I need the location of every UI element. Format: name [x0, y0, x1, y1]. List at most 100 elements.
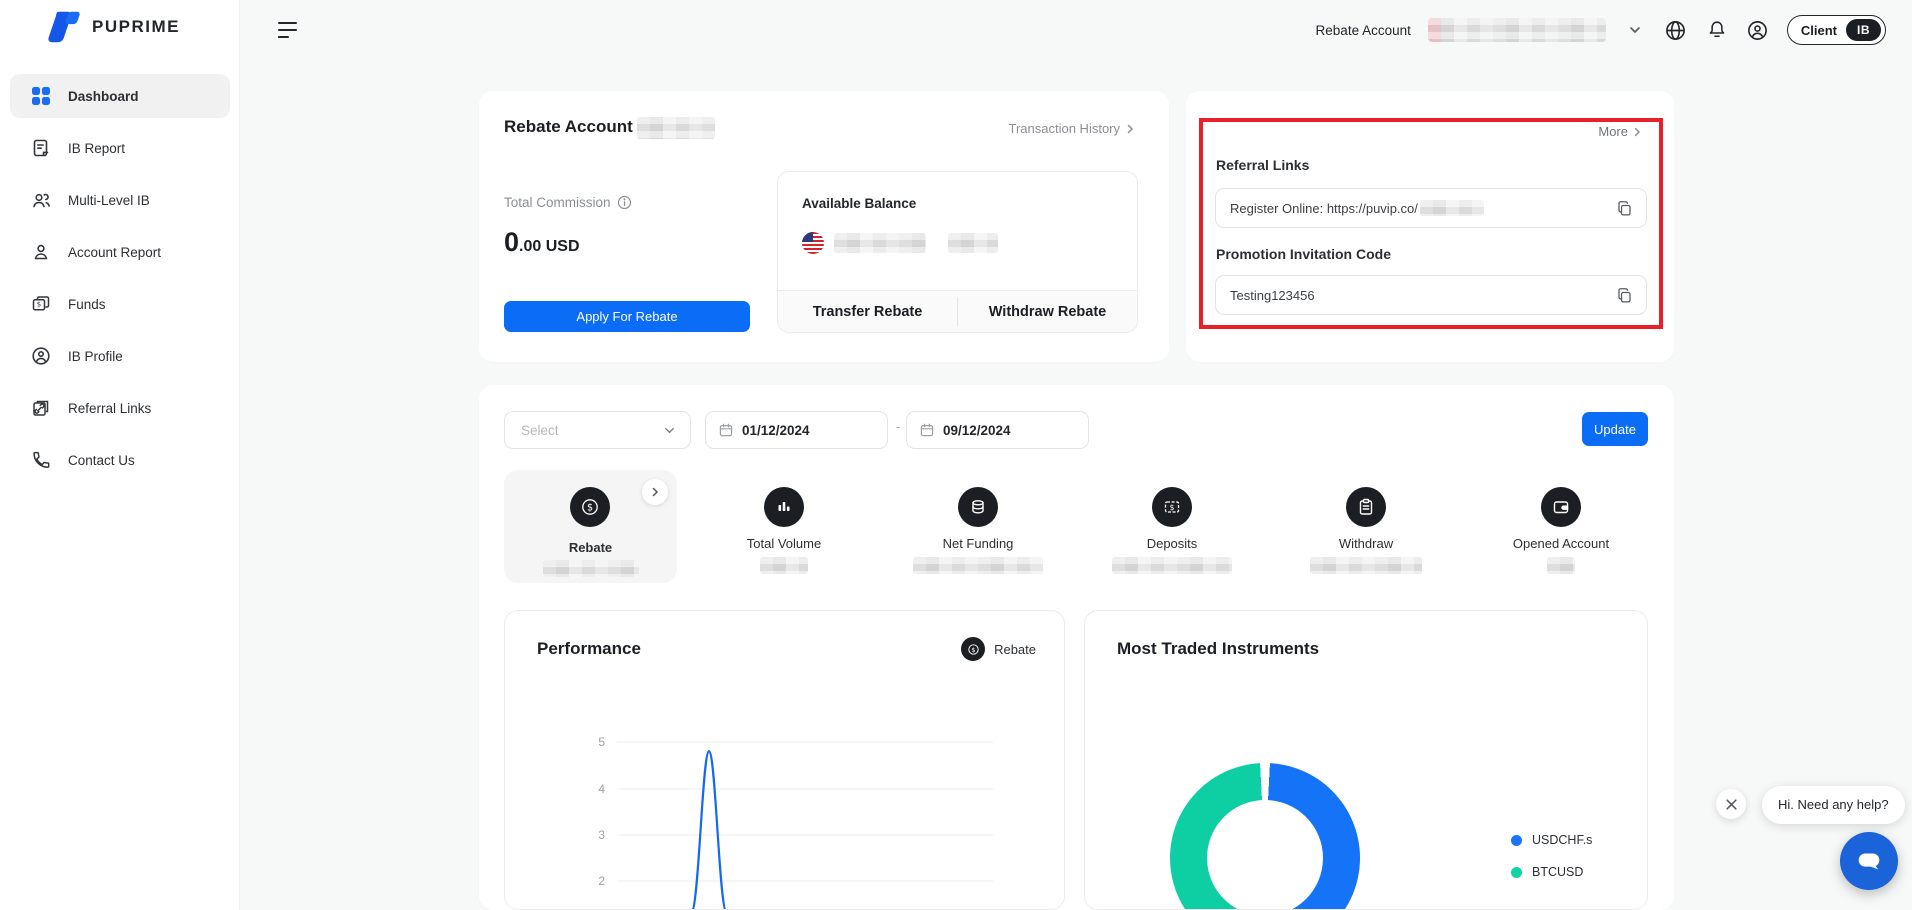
balance-amount-redacted [834, 233, 926, 253]
user-icon[interactable] [1746, 18, 1770, 42]
stat-value-redacted [913, 557, 1043, 574]
topbar-right: Rebate Account Client IB [1316, 12, 1886, 48]
account-id-redacted [637, 117, 715, 139]
filter-select[interactable]: Select [504, 411, 691, 449]
link-card-icon [30, 397, 52, 419]
referral-links-label: Referral Links [1216, 157, 1309, 173]
account-number-redacted [1428, 18, 1606, 42]
dashboard-panel: Select 01/12/2024 - 09/12/2024 Update $ … [479, 385, 1674, 910]
select-placeholder: Select [521, 423, 559, 438]
brand-logo[interactable]: PUPRIME [44, 8, 180, 46]
legend-dot-blue [1511, 835, 1522, 846]
stat-label: Rebate [504, 540, 677, 555]
rebate-line-series [625, 751, 991, 910]
copy-icon[interactable] [1614, 198, 1634, 218]
info-icon[interactable] [617, 195, 632, 210]
globe-icon[interactable] [1664, 18, 1688, 42]
withdraw-rebate-button[interactable]: Withdraw Rebate [958, 291, 1137, 332]
menu-toggle-icon[interactable] [278, 20, 302, 40]
chevron-down-icon[interactable] [1623, 18, 1647, 42]
date-to-value: 09/12/2024 [943, 423, 1011, 438]
banknote-icon: $ [1152, 487, 1192, 527]
apply-for-rebate-button[interactable]: Apply For Rebate [504, 301, 750, 332]
coins-icon [958, 487, 998, 527]
sidebar-nav: Dashboard IB Report Multi-Level IB Accou… [0, 66, 240, 490]
stat-tile-opened-account[interactable]: Opened Account [1481, 470, 1641, 583]
stat-label: Net Funding [943, 536, 1014, 551]
performance-line-chart: 5 4 3 2 [505, 611, 1065, 910]
client-ib-toggle[interactable]: Client IB [1787, 15, 1886, 45]
funds-icon: $ [30, 293, 52, 315]
transfer-rebate-button[interactable]: Transfer Rebate [778, 291, 957, 332]
chat-launcher-button[interactable] [1840, 832, 1898, 890]
client-label: Client [1801, 23, 1837, 38]
sidebar-item-label: Multi-Level IB [68, 193, 150, 208]
stat-tile-rebate[interactable]: $ Rebate [504, 470, 677, 583]
legend-label: USDCHF.s [1532, 833, 1592, 847]
legend-dot-teal [1511, 867, 1522, 878]
sidebar-item-multi-level-ib[interactable]: Multi-Level IB [10, 178, 230, 222]
puprime-logo-icon [44, 8, 82, 46]
promotion-code-field[interactable]: Testing123456 [1215, 275, 1647, 315]
bell-icon[interactable] [1705, 18, 1729, 42]
chevron-down-icon [663, 424, 676, 437]
stat-tile-net-funding[interactable]: Net Funding [898, 470, 1058, 583]
bar-chart-icon [764, 487, 804, 527]
referral-links-card: More Referral Links Register Online: htt… [1186, 91, 1674, 362]
ib-badge: IB [1846, 19, 1881, 41]
stat-label: Opened Account [1513, 536, 1609, 551]
app: PUPRIME Dashboard IB Report Multi-Level … [0, 0, 1912, 910]
more-link[interactable]: More [1598, 124, 1642, 139]
stat-tile-total-volume[interactable]: Total Volume [704, 470, 864, 583]
update-button[interactable]: Update [1582, 412, 1648, 446]
transaction-history-link[interactable]: Transaction History [1009, 121, 1136, 136]
balance-row [802, 232, 998, 254]
dashboard-icon [30, 85, 52, 107]
available-balance-box: Available Balance Transfer Rebate Withdr… [777, 171, 1138, 333]
sidebar-item-referral-links[interactable]: Referral Links [10, 386, 230, 430]
report-icon [30, 137, 52, 159]
date-to-input[interactable]: 09/12/2024 [906, 411, 1089, 449]
instruments-donut-chart [1170, 763, 1360, 910]
y-tick: 3 [598, 828, 605, 842]
chevron-right-icon[interactable] [642, 479, 668, 505]
chat-greeting-tooltip: Hi. Need any help? [1762, 786, 1905, 824]
sidebar-item-contact-us[interactable]: Contact Us [10, 438, 230, 482]
rebate-dollar-icon: $ [570, 487, 610, 527]
calendar-icon [919, 422, 935, 438]
sidebar-item-label: Referral Links [68, 401, 151, 416]
commission-decimals: .00 USD [519, 238, 579, 255]
stat-value-redacted [543, 560, 639, 577]
legend-item: BTCUSD [1511, 865, 1592, 879]
sidebar-item-ib-profile[interactable]: IB Profile [10, 334, 230, 378]
rebate-account-label: Rebate Account [1316, 23, 1411, 38]
register-link-text: Register Online: https://puvip.co/ [1230, 201, 1418, 216]
copy-icon[interactable] [1614, 285, 1634, 305]
stat-tile-withdraw[interactable]: Withdraw [1286, 470, 1446, 583]
stat-tile-deposits[interactable]: $ Deposits [1092, 470, 1252, 583]
people-icon [30, 189, 52, 211]
sidebar-item-account-report[interactable]: Account Report [10, 230, 230, 274]
profile-circle-icon [30, 345, 52, 367]
sidebar-item-ib-report[interactable]: IB Report [10, 126, 230, 170]
sidebar-item-dashboard[interactable]: Dashboard [10, 74, 230, 118]
sidebar-item-funds[interactable]: $ Funds [10, 282, 230, 326]
date-from-input[interactable]: 01/12/2024 [705, 411, 888, 449]
brand-name: PUPRIME [92, 17, 180, 37]
register-link-field[interactable]: Register Online: https://puvip.co/ [1215, 188, 1647, 228]
rebate-card-title: Rebate Account [504, 117, 633, 137]
clipboard-icon [1346, 487, 1386, 527]
commission-whole: 0 [504, 227, 519, 257]
svg-text:$: $ [37, 301, 41, 309]
chat-dismiss-button[interactable] [1716, 789, 1746, 819]
legend-item: USDCHF.s [1511, 833, 1592, 847]
date-from-value: 01/12/2024 [742, 423, 810, 438]
sidebar-item-label: Account Report [68, 245, 161, 260]
y-tick: 2 [598, 874, 605, 888]
svg-text:$: $ [587, 502, 593, 513]
sidebar-item-label: IB Report [68, 141, 125, 156]
balance-actions: Transfer Rebate Withdraw Rebate [778, 290, 1137, 332]
performance-card: Performance $ Rebate 5 4 3 2 [504, 610, 1065, 910]
stat-value-redacted [1310, 557, 1422, 574]
total-commission-value: 0.00 USD [504, 227, 580, 258]
